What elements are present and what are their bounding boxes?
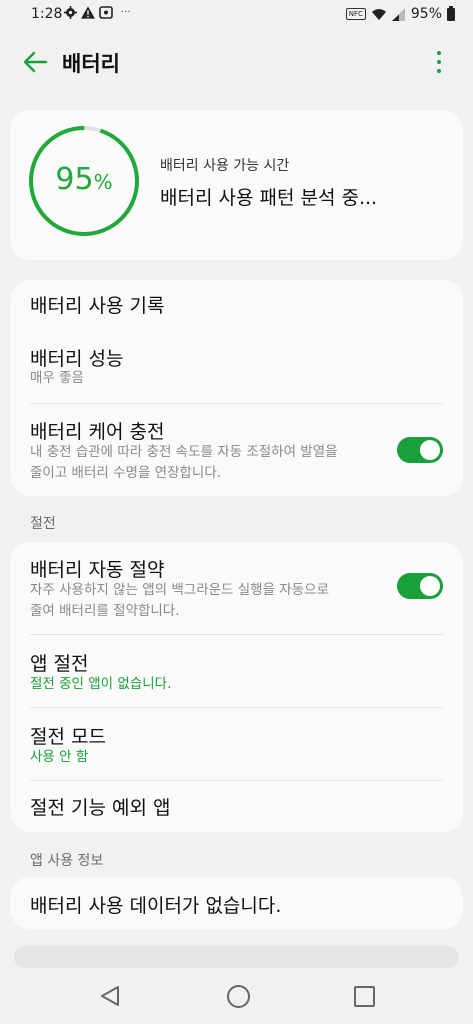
power-saving-exceptions-item[interactable]: 절전 기능 예외 앱 [10,781,463,832]
nav-recents-icon[interactable] [354,986,375,1007]
partial-card [14,946,459,968]
remaining-time-label: 배터리 사용 가능 시간 [160,158,290,174]
item-title: 배터리 사용 기록 [30,295,165,317]
battery-summary-card: 95% 배터리 사용 가능 시간 배터리 사용 패턴 분석 중... [10,110,463,260]
app-usage-group: 배터리 사용 데이터가 없습니다. [10,877,463,929]
battery-percent: 95% [410,6,442,22]
battery-percent-value: 95 [55,162,94,197]
app-bar: 배터리 [0,38,473,86]
back-arrow-icon[interactable] [22,50,48,74]
navigation-bar [0,968,473,1024]
notification-icons: ··· [64,6,131,19]
toggle-knob [420,440,440,460]
battery-usage-history-item[interactable]: 배터리 사용 기록 [10,280,463,328]
gear-icon [64,6,77,19]
warning-icon [81,6,95,19]
item-subtitle: 절전 중인 앱이 없습니다. [30,676,172,692]
status-bar: 1:28 ··· NFC 95% [0,0,473,32]
item-title: 배터리 성능 [30,348,124,370]
item-title: 절전 모드 [30,726,106,748]
nav-back-icon[interactable] [98,984,122,1008]
item-subtitle-line2: 줄이고 배터리 수명을 연장합니다. [30,465,222,481]
item-title: 배터리 케어 충전 [30,421,165,443]
battery-icon [447,5,455,21]
nav-home-icon[interactable] [227,985,250,1008]
section-header-saving: 절전 [30,516,56,532]
item-title: 절전 기능 예외 앱 [30,797,171,819]
battery-care-toggle[interactable] [397,437,443,463]
item-title: 앱 절전 [30,653,89,675]
signal-icon [391,7,405,21]
auto-battery-saving-item[interactable]: 배터리 자동 절약 자주 사용하지 않는 앱의 백그라운드 실행을 자동으로 줄… [10,542,463,634]
item-title: 배터리 자동 절약 [30,559,165,581]
screen-record-icon [99,6,113,19]
system-icons: NFC 95% [345,5,455,22]
power-saving-mode-item[interactable]: 절전 모드 사용 안 함 [10,708,463,780]
battery-percent-display: 95% [28,162,140,197]
nfc-icon: NFC [345,8,366,20]
no-usage-data-item: 배터리 사용 데이터가 없습니다. [10,877,463,929]
wifi-icon [371,8,386,20]
remaining-time-value: 배터리 사용 패턴 분석 중... [160,187,378,209]
app-power-saving-item[interactable]: 앱 절전 절전 중인 앱이 없습니다. [10,635,463,707]
battery-settings-group: 배터리 사용 기록 배터리 성능 매우 좋음 배터리 케어 충전 내 충전 습관… [10,280,463,496]
page-title: 배터리 [62,52,120,76]
auto-saving-toggle[interactable] [397,573,443,599]
item-subtitle: 사용 안 함 [30,749,89,765]
more-notifications-icon: ··· [121,7,131,18]
item-subtitle-line2: 줄여 배터리를 절약합니다. [30,603,180,619]
no-data-text: 배터리 사용 데이터가 없습니다. [30,895,282,917]
item-subtitle-line1: 자주 사용하지 않는 앱의 백그라운드 실행을 자동으로 [30,582,329,598]
item-subtitle: 매우 좋음 [30,370,84,386]
more-options-icon[interactable] [435,50,443,74]
toggle-knob [420,576,440,596]
item-subtitle-line1: 내 충전 습관에 따라 충전 속도를 자동 조절하여 발열을 [30,444,338,460]
power-saving-group: 배터리 자동 절약 자주 사용하지 않는 앱의 백그라운드 실행을 자동으로 줄… [10,542,463,832]
battery-care-charging-item[interactable]: 배터리 케어 충전 내 충전 습관에 따라 충전 속도를 자동 조절하여 발열을… [10,404,463,496]
battery-percent-sign: % [93,170,113,194]
status-time: 1:28 [31,6,63,22]
battery-performance-item[interactable]: 배터리 성능 매우 좋음 [10,328,463,402]
section-header-app-usage: 앱 사용 정보 [30,853,104,869]
